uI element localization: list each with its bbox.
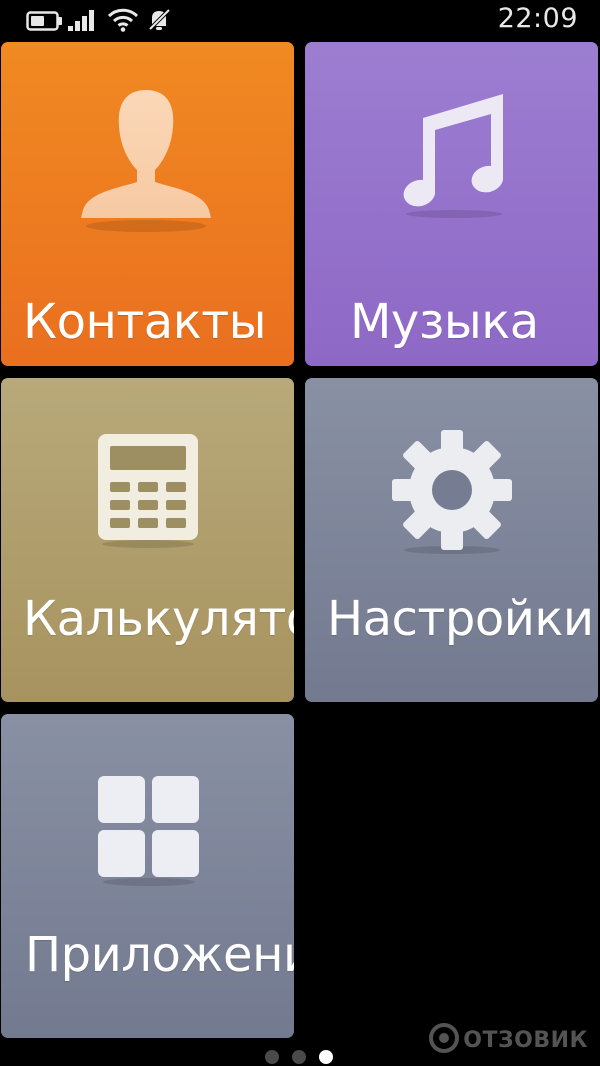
mute-icon (147, 7, 173, 36)
tile-settings[interactable]: Настройки (305, 378, 598, 702)
page-dot-1[interactable] (265, 1050, 279, 1064)
battery-icon (26, 11, 64, 35)
apps-grid-icon (96, 776, 202, 890)
page-dot-2[interactable] (292, 1050, 306, 1064)
tile-label: Калькулятор (23, 591, 294, 647)
contact-person-icon (79, 88, 213, 242)
gear-icon (392, 430, 512, 558)
wifi-icon (107, 8, 139, 36)
watermark-logo-icon (429, 1023, 460, 1057)
tile-label: Приложения (25, 927, 294, 983)
page-dot-current[interactable] (319, 1050, 333, 1064)
watermark: ОТЗОВИК (429, 1023, 588, 1057)
watermark-text: ОТЗОВИК (463, 1027, 588, 1053)
tile-music[interactable]: Музыка (305, 42, 598, 366)
tile-calculator[interactable]: Калькулятор (1, 378, 294, 702)
tile-apps[interactable]: Приложения (1, 714, 294, 1038)
home-screen: 22:09 Контакты Музыка Калькулят Настройк… (0, 0, 600, 1066)
status-bar: 22:09 (0, 0, 600, 38)
calculator-icon (96, 434, 200, 552)
tile-label: Музыка (350, 294, 539, 350)
tile-label: Контакты (23, 294, 267, 350)
tile-contacts[interactable]: Контакты (1, 42, 294, 366)
tile-label: Настройки (327, 591, 594, 647)
music-note-icon (397, 94, 511, 222)
status-time: 22:09 (497, 3, 578, 34)
signal-icon (68, 8, 98, 36)
